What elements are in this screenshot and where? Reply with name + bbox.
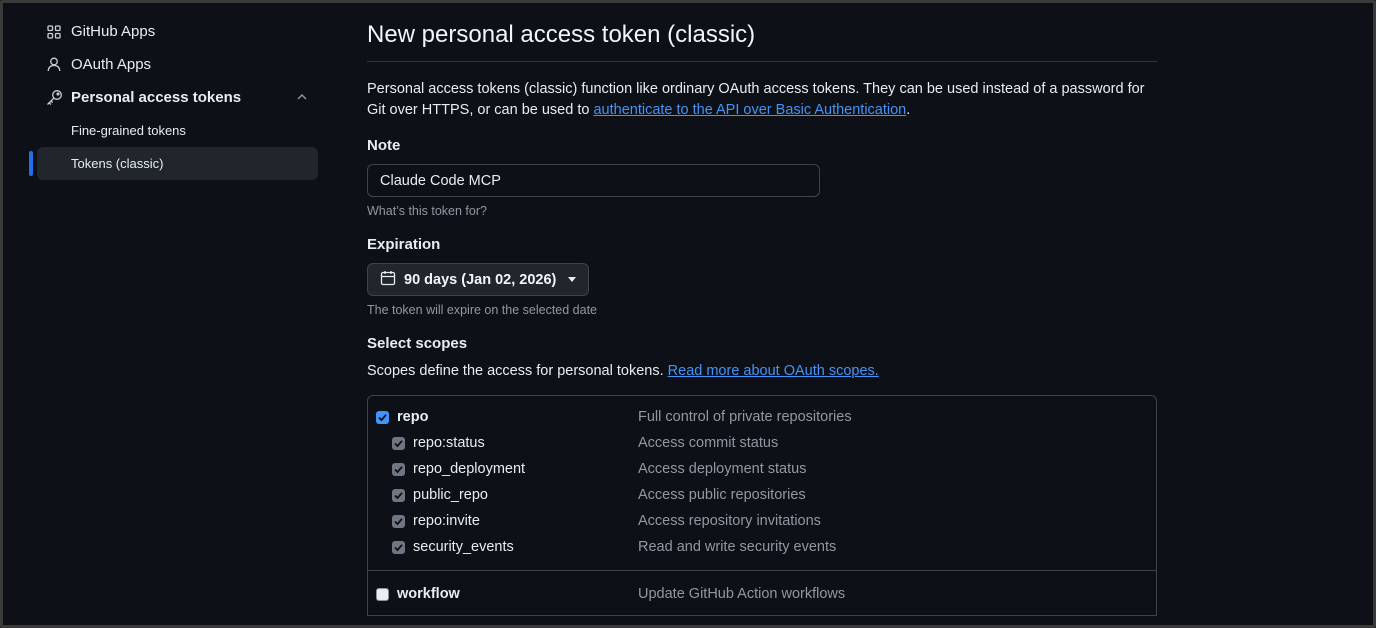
- scope-name: repo:invite: [413, 513, 480, 529]
- note-label: Note: [367, 137, 401, 154]
- page-description: Personal access tokens (classic) functio…: [367, 79, 1157, 121]
- scope-description: Read and write security events: [638, 539, 837, 555]
- expiration-hint: The token will expire on the selected da…: [367, 303, 597, 317]
- sidebar-item-personal-access-tokens[interactable]: Personal access tokens: [29, 81, 319, 114]
- sidebar-subitem-fine-grained-tokens[interactable]: Fine-grained tokens: [29, 114, 319, 147]
- person-icon: [45, 56, 63, 74]
- apps-grid-icon: [45, 23, 63, 41]
- sidebar-item-label: GitHub Apps: [71, 23, 156, 40]
- scope-group-workflow: workflow Update GitHub Action workflows: [368, 571, 1156, 616]
- scope-name: repo:status: [413, 435, 485, 451]
- sidebar-item-label: OAuth Apps: [71, 56, 152, 73]
- key-icon: [45, 89, 63, 107]
- scope-name: repo: [397, 409, 429, 425]
- calendar-icon: [380, 270, 396, 290]
- scope-group-repo: repo Full control of private repositorie…: [368, 396, 1156, 571]
- checkbox-checked[interactable]: [392, 488, 405, 502]
- chevron-up-icon[interactable]: [295, 90, 309, 104]
- scope-description: Access public repositories: [638, 487, 806, 503]
- basic-auth-link[interactable]: authenticate to the API over Basic Authe…: [593, 102, 906, 118]
- sidebar-item-label: Personal access tokens: [71, 89, 242, 106]
- checkbox-checked[interactable]: [392, 540, 405, 554]
- checkbox-checked[interactable]: [376, 410, 389, 424]
- checkbox-checked[interactable]: [392, 514, 405, 528]
- token-form: New personal access token (classic) Pers…: [367, 3, 1157, 616]
- scope-row: repo:status Access commit status: [368, 430, 1156, 456]
- scope-description: Access commit status: [638, 435, 779, 451]
- scope-row: security_events Read and write security …: [368, 534, 1156, 560]
- expiration-select[interactable]: 90 days (Jan 02, 2026): [367, 263, 590, 296]
- scope-row: public_repo Access public repositories: [368, 482, 1156, 508]
- sidebar-item-github-apps[interactable]: GitHub Apps: [29, 15, 319, 48]
- active-indicator: [29, 151, 33, 176]
- checkbox-checked[interactable]: [392, 462, 405, 476]
- checkbox-unchecked[interactable]: [376, 587, 389, 601]
- note-hint: What’s this token for?: [367, 204, 487, 218]
- scope-name: workflow: [397, 586, 460, 602]
- expiration-value: 90 days (Jan 02, 2026): [404, 271, 557, 288]
- sidebar-subitem-tokens-classic[interactable]: Tokens (classic): [29, 147, 318, 180]
- title-divider: [367, 61, 1157, 62]
- scope-description: Access repository invitations: [638, 513, 821, 529]
- checkbox-checked[interactable]: [392, 436, 405, 450]
- oauth-scopes-link[interactable]: Read more about OAuth scopes.: [668, 363, 879, 379]
- scope-name: security_events: [413, 539, 514, 555]
- scopes-description: Scopes define the access for personal to…: [367, 363, 1157, 385]
- note-input[interactable]: [367, 164, 820, 197]
- caret-down-icon: [568, 277, 577, 282]
- scope-description: Full control of private repositories: [638, 409, 852, 425]
- scopes-description-text: Scopes define the access for personal to…: [367, 363, 668, 379]
- scope-description: Update GitHub Action workflows: [638, 586, 846, 602]
- scope-row: repo Full control of private repositorie…: [368, 404, 1156, 430]
- sidebar-subitem-label: Fine-grained tokens: [71, 123, 186, 138]
- expiration-label: Expiration: [367, 236, 441, 253]
- window-frame: GitHub Apps OAuth Apps Personal access t…: [0, 0, 1376, 628]
- page-title: New personal access token (classic): [367, 21, 756, 48]
- developer-settings-sidebar: GitHub Apps OAuth Apps Personal access t…: [29, 15, 319, 180]
- scopes-label: Select scopes: [367, 335, 468, 352]
- sidebar-item-oauth-apps[interactable]: OAuth Apps: [29, 48, 319, 81]
- scope-row: workflow Update GitHub Action workflows: [368, 581, 1156, 607]
- description-suffix: .: [906, 102, 911, 118]
- scopes-table: repo Full control of private repositorie…: [367, 395, 1157, 616]
- scope-description: Access deployment status: [638, 461, 807, 477]
- scope-name: repo_deployment: [413, 461, 526, 477]
- scope-row: repo:invite Access repository invitation…: [368, 508, 1156, 534]
- scope-row: repo_deployment Access deployment status: [368, 456, 1156, 482]
- scope-name: public_repo: [413, 487, 488, 503]
- sidebar-subitem-label: Tokens (classic): [71, 156, 164, 171]
